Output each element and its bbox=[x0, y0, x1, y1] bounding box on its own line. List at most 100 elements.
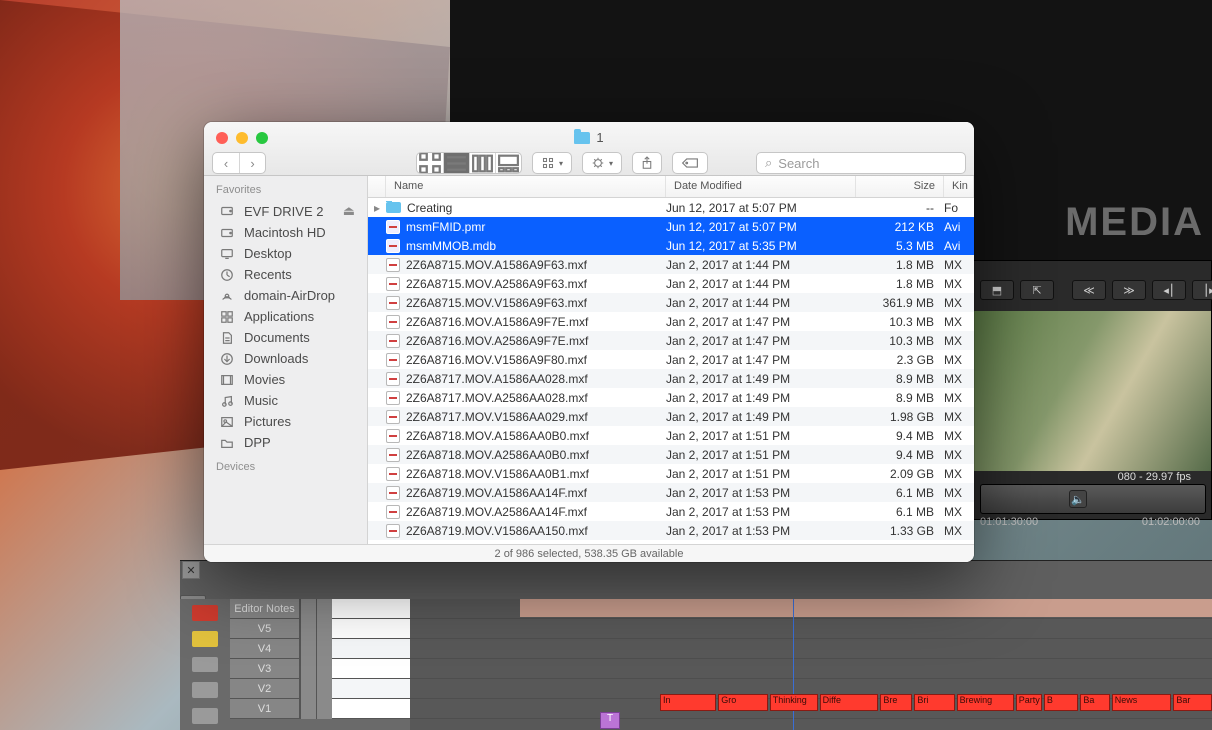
file-name: 2Z6A8718.MOV.V1586AA0B1.mxf bbox=[386, 467, 666, 481]
sidebar-item-macintosh-hd[interactable]: Macintosh HD bbox=[204, 222, 367, 243]
timeline-clip[interactable]: Party bbox=[1016, 694, 1042, 711]
arrange-button[interactable]: ▾ bbox=[532, 152, 572, 174]
sidebar-item-label: Recents bbox=[244, 267, 292, 282]
tool-insert-icon[interactable] bbox=[192, 631, 218, 647]
title-marker[interactable]: T bbox=[600, 712, 620, 729]
track-solo-button[interactable] bbox=[316, 619, 332, 639]
track-solo-button[interactable] bbox=[316, 699, 332, 719]
file-row[interactable]: 2Z6A8715.MOV.V1586A9F63.mxfJan 2, 2017 a… bbox=[368, 293, 974, 312]
file-row[interactable]: 2Z6A8717.MOV.V1586AA029.mxfJan 2, 2017 a… bbox=[368, 407, 974, 426]
track-mute-button[interactable] bbox=[300, 679, 316, 699]
sidebar-item-evf-drive-2[interactable]: EVF DRIVE 2⏏ bbox=[204, 200, 367, 222]
timeline-clip[interactable]: In bbox=[660, 694, 716, 711]
timeline-clip[interactable]: B bbox=[1044, 694, 1078, 711]
timeline-clip[interactable]: Thinking bbox=[770, 694, 818, 711]
viewer-scrubber[interactable]: 🔈 bbox=[980, 484, 1206, 514]
track-row-v4[interactable]: V4 bbox=[230, 639, 410, 659]
file-row[interactable]: 2Z6A8717.MOV.A2586AA028.mxfJan 2, 2017 a… bbox=[368, 388, 974, 407]
track-row-v2[interactable]: V2 bbox=[230, 679, 410, 699]
track-row-v3[interactable]: V3 bbox=[230, 659, 410, 679]
track-row-v1[interactable]: V1 bbox=[230, 699, 410, 719]
file-row[interactable]: 2Z6A8719.MOV.V1586AA150.mxfJan 2, 2017 a… bbox=[368, 521, 974, 540]
search-field[interactable]: ⌕ Search bbox=[756, 152, 966, 174]
file-row[interactable]: msmFMID.pmrJun 12, 2017 at 5:07 PM212 KB… bbox=[368, 217, 974, 236]
sidebar-item-pictures[interactable]: Pictures bbox=[204, 411, 367, 432]
track-mute-button[interactable] bbox=[300, 619, 316, 639]
file-row[interactable]: 2Z6A8719.MOV.A2586AA14F.mxfJan 2, 2017 a… bbox=[368, 502, 974, 521]
col-size[interactable]: Size bbox=[856, 176, 944, 197]
rewind-button[interactable]: ≪ bbox=[1072, 280, 1106, 300]
sidebar-item-domain-airdrop[interactable]: domain-AirDrop bbox=[204, 285, 367, 306]
share-button[interactable] bbox=[632, 152, 662, 174]
file-row[interactable]: 2Z6A8718.MOV.A2586AA0B0.mxfJan 2, 2017 a… bbox=[368, 445, 974, 464]
timeline-clip[interactable]: Diffe bbox=[820, 694, 879, 711]
tool-lift-icon[interactable] bbox=[192, 682, 218, 698]
tracks-area[interactable]: InGroThinkingDiffeBreBriBrewingPartyBBaN… bbox=[410, 599, 1212, 730]
step-back-button[interactable]: ◂⎮ bbox=[1152, 280, 1186, 300]
file-row[interactable]: 2Z6A8718.MOV.V1586AA0B1.mxfJan 2, 2017 a… bbox=[368, 464, 974, 483]
sidebar-item-desktop[interactable]: Desktop bbox=[204, 243, 367, 264]
timeline-clip[interactable]: Brewing bbox=[957, 694, 1014, 711]
file-icon bbox=[386, 372, 400, 386]
file-row[interactable]: msmMMOB.mdbJun 12, 2017 at 5:35 PM5.3 MB… bbox=[368, 236, 974, 255]
col-name[interactable]: Name bbox=[386, 176, 666, 197]
mark-out-button[interactable]: ⇱ bbox=[1020, 280, 1054, 300]
back-button[interactable]: ‹ bbox=[213, 153, 239, 173]
file-row[interactable]: 2Z6A8718.MOV.A1586AA0B0.mxfJan 2, 2017 a… bbox=[368, 426, 974, 445]
file-row[interactable]: 2Z6A8715.MOV.A2586A9F63.mxfJan 2, 2017 a… bbox=[368, 274, 974, 293]
step-forward-button[interactable]: ⎮▸ bbox=[1192, 280, 1212, 300]
file-date: Jan 2, 2017 at 1:47 PM bbox=[666, 353, 856, 367]
speaker-icon[interactable]: 🔈 bbox=[1069, 490, 1087, 508]
file-row[interactable]: 2Z6A8716.MOV.V1586A9F80.mxfJan 2, 2017 a… bbox=[368, 350, 974, 369]
tool-replace-icon[interactable] bbox=[192, 657, 218, 673]
sidebar-item-movies[interactable]: Movies bbox=[204, 369, 367, 390]
file-row[interactable]: 2Z6A8717.MOV.A1586AA028.mxfJan 2, 2017 a… bbox=[368, 369, 974, 388]
col-kind[interactable]: Kin bbox=[944, 176, 974, 197]
file-rows: ▸CreatingJun 12, 2017 at 5:07 PM--FomsmF… bbox=[368, 198, 974, 544]
col-date[interactable]: Date Modified bbox=[666, 176, 856, 197]
column-view-button[interactable] bbox=[469, 153, 495, 173]
sidebar-item-dpp[interactable]: DPP bbox=[204, 432, 367, 453]
file-row[interactable]: ▸CreatingJun 12, 2017 at 5:07 PM--Fo bbox=[368, 198, 974, 217]
timeline-clip[interactable]: Bri bbox=[914, 694, 954, 711]
tool-extract-icon[interactable] bbox=[192, 708, 218, 724]
sidebar-item-documents[interactable]: Documents bbox=[204, 327, 367, 348]
track-solo-button[interactable] bbox=[316, 639, 332, 659]
track-mute-button[interactable] bbox=[300, 639, 316, 659]
file-name: 2Z6A8715.MOV.A2586A9F63.mxf bbox=[386, 277, 666, 291]
forward-button[interactable]: › bbox=[239, 153, 265, 173]
file-date: Jan 2, 2017 at 1:51 PM bbox=[666, 448, 856, 462]
track-mute-button[interactable] bbox=[300, 659, 316, 679]
file-row[interactable]: 2Z6A8715.MOV.A1586A9F63.mxfJan 2, 2017 a… bbox=[368, 255, 974, 274]
tags-button[interactable] bbox=[672, 152, 708, 174]
timeline-clip[interactable]: Gro bbox=[718, 694, 768, 711]
eject-icon[interactable]: ⏏ bbox=[343, 203, 355, 219]
editor-notes-row[interactable]: Editor Notes bbox=[230, 599, 410, 619]
file-name: 2Z6A8715.MOV.V1586A9F63.mxf bbox=[386, 296, 666, 310]
list-view-button[interactable] bbox=[443, 153, 469, 173]
sidebar-item-downloads[interactable]: Downloads bbox=[204, 348, 367, 369]
finder-titlebar[interactable]: 1 ‹ › ▾ ▾ ⌕ Search bbox=[204, 122, 974, 176]
disclosure-triangle[interactable]: ▸ bbox=[368, 201, 386, 215]
sidebar-item-music[interactable]: Music bbox=[204, 390, 367, 411]
forward-button[interactable]: ≫ bbox=[1112, 280, 1146, 300]
track-solo-button[interactable] bbox=[316, 659, 332, 679]
tool-overwrite-icon[interactable] bbox=[192, 605, 218, 621]
file-row[interactable]: 2Z6A8716.MOV.A2586A9F7E.mxfJan 2, 2017 a… bbox=[368, 331, 974, 350]
mark-in-button[interactable]: ⬒ bbox=[980, 280, 1014, 300]
sidebar-item-recents[interactable]: Recents bbox=[204, 264, 367, 285]
file-row[interactable]: 2Z6A8716.MOV.A1586A9F7E.mxfJan 2, 2017 a… bbox=[368, 312, 974, 331]
sidebar-item-applications[interactable]: Applications bbox=[204, 306, 367, 327]
timeline-close-button[interactable]: ✕ bbox=[182, 561, 200, 579]
timeline-clip[interactable]: Bre bbox=[880, 694, 912, 711]
icon-view-button[interactable] bbox=[417, 153, 443, 173]
gallery-view-button[interactable] bbox=[495, 153, 521, 173]
action-button[interactable]: ▾ bbox=[582, 152, 622, 174]
track-mute-button[interactable] bbox=[300, 699, 316, 719]
track-row-v5[interactable]: V5 bbox=[230, 619, 410, 639]
timeline-clip[interactable]: Bar bbox=[1173, 694, 1212, 711]
track-solo-button[interactable] bbox=[316, 679, 332, 699]
file-row[interactable]: 2Z6A8719.MOV.A1586AA14F.mxfJan 2, 2017 a… bbox=[368, 483, 974, 502]
timeline-clip[interactable]: News bbox=[1112, 694, 1172, 711]
timeline-clip[interactable]: Ba bbox=[1080, 694, 1109, 711]
